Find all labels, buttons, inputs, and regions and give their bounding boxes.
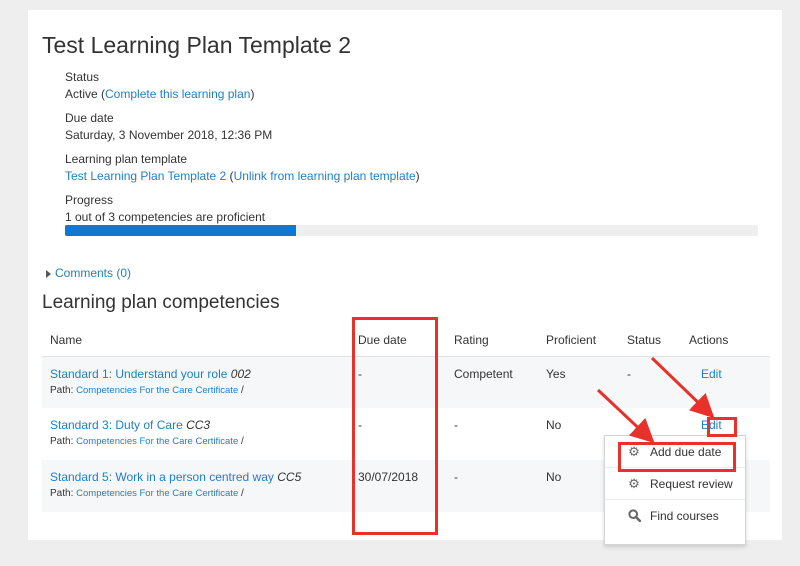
competency-code: CC5 [277, 470, 302, 484]
path-separator: / [238, 488, 244, 499]
path-label: Path: [50, 436, 77, 447]
path-label: Path: [50, 488, 77, 499]
col-header-status: Status [619, 324, 681, 357]
framework-link[interactable]: Competencies For the Care Certificate [76, 488, 238, 499]
gear-icon: ⚙ [628, 475, 640, 491]
path-separator: / [238, 436, 244, 447]
col-header-actions: Actions [681, 324, 770, 357]
status-section: Status Active (Complete this learning pl… [65, 69, 254, 103]
framework-link[interactable]: Competencies For the Care Certificate [76, 385, 238, 396]
edit-action-link[interactable]: Edit [701, 367, 722, 381]
competency-path: Path: Competencies For the Care Certific… [50, 436, 342, 447]
menu-item-find-courses[interactable]: Find courses [605, 500, 745, 532]
cell-proficient: Yes [538, 356, 619, 408]
edit-link-highlight [707, 417, 737, 437]
status-label: Status [65, 70, 100, 84]
competencies-title: Learning plan competencies [42, 292, 280, 313]
template-section: Learning plan template Test Learning Pla… [65, 151, 420, 185]
col-header-proficient: Proficient [538, 324, 619, 357]
status-close: ) [250, 87, 255, 101]
status-text: Active ( [65, 87, 106, 101]
cell-name: Standard 3: Duty of Care CC3 Path: Compe… [42, 408, 350, 460]
path-separator: / [238, 384, 244, 396]
competency-link[interactable]: Standard 5: Work in a person centred way [50, 470, 274, 484]
complete-plan-link[interactable]: Complete this learning plan [105, 87, 250, 101]
template-open: ( [226, 169, 234, 183]
col-header-name: Name [42, 324, 350, 357]
due-date-value: Saturday, 3 November 2018, 12:36 PM [65, 128, 273, 142]
cell-rating: - [446, 460, 538, 512]
competency-link[interactable]: Standard 3: Duty of Care [50, 418, 183, 432]
progress-label: Progress [65, 193, 114, 207]
template-label: Learning plan template [65, 152, 188, 166]
framework-link[interactable]: Competencies For the Care Certificate [76, 436, 238, 447]
progress-section: Progress 1 out of 3 competencies are pro… [65, 192, 265, 226]
cell-rating: Competent [446, 356, 538, 408]
due-date-label: Due date [65, 111, 114, 125]
competency-path: Path: Competencies For the Care Certific… [50, 385, 342, 396]
unlink-template-link[interactable]: Unlink from learning plan template [234, 169, 416, 183]
cell-actions: Edit [681, 356, 770, 408]
competency-path: Path: Competencies For the Care Certific… [50, 488, 342, 499]
menu-item-label[interactable]: Find courses [650, 509, 719, 523]
competency-code: 002 [230, 366, 251, 381]
due-date-section: Due date Saturday, 3 November 2018, 12:3… [65, 110, 272, 144]
progress-bar-fill [65, 225, 296, 236]
page-title: Test Learning Plan Template 2 [42, 32, 351, 58]
cell-rating: - [454, 418, 458, 432]
competency-code: CC3 [186, 418, 211, 432]
progress-bar [65, 225, 758, 236]
competency-link[interactable]: Standard 1: Understand your role [50, 367, 227, 381]
menu-item-label[interactable]: Request review [650, 477, 733, 491]
cell-name: Standard 5: Work in a person centred way… [42, 460, 350, 512]
cell-name: Standard 1: Understand your role 002 Pat… [42, 356, 350, 408]
col-header-rating: Rating [446, 324, 538, 357]
progress-text: 1 out of 3 competencies are proficient [65, 210, 266, 224]
template-value: Test Learning Plan Template 2 (Unlink fr… [65, 168, 420, 185]
menu-item-request-review[interactable]: ⚙ Request review [605, 468, 745, 500]
add-due-date-highlight [618, 442, 736, 472]
search-icon [627, 509, 641, 523]
due-date-column-highlight [352, 317, 438, 535]
caret-right-icon [46, 269, 51, 278]
path-label: Path: [50, 384, 77, 396]
template-link[interactable]: Test Learning Plan Template 2 [65, 169, 226, 183]
comments-toggle[interactable]: Comments (0) [46, 266, 131, 280]
comments-label[interactable]: Comments (0) [55, 266, 131, 280]
template-close: ) [415, 169, 420, 183]
cell-status: - [619, 356, 681, 408]
status-value: Active (Complete this learning plan) [65, 86, 254, 103]
